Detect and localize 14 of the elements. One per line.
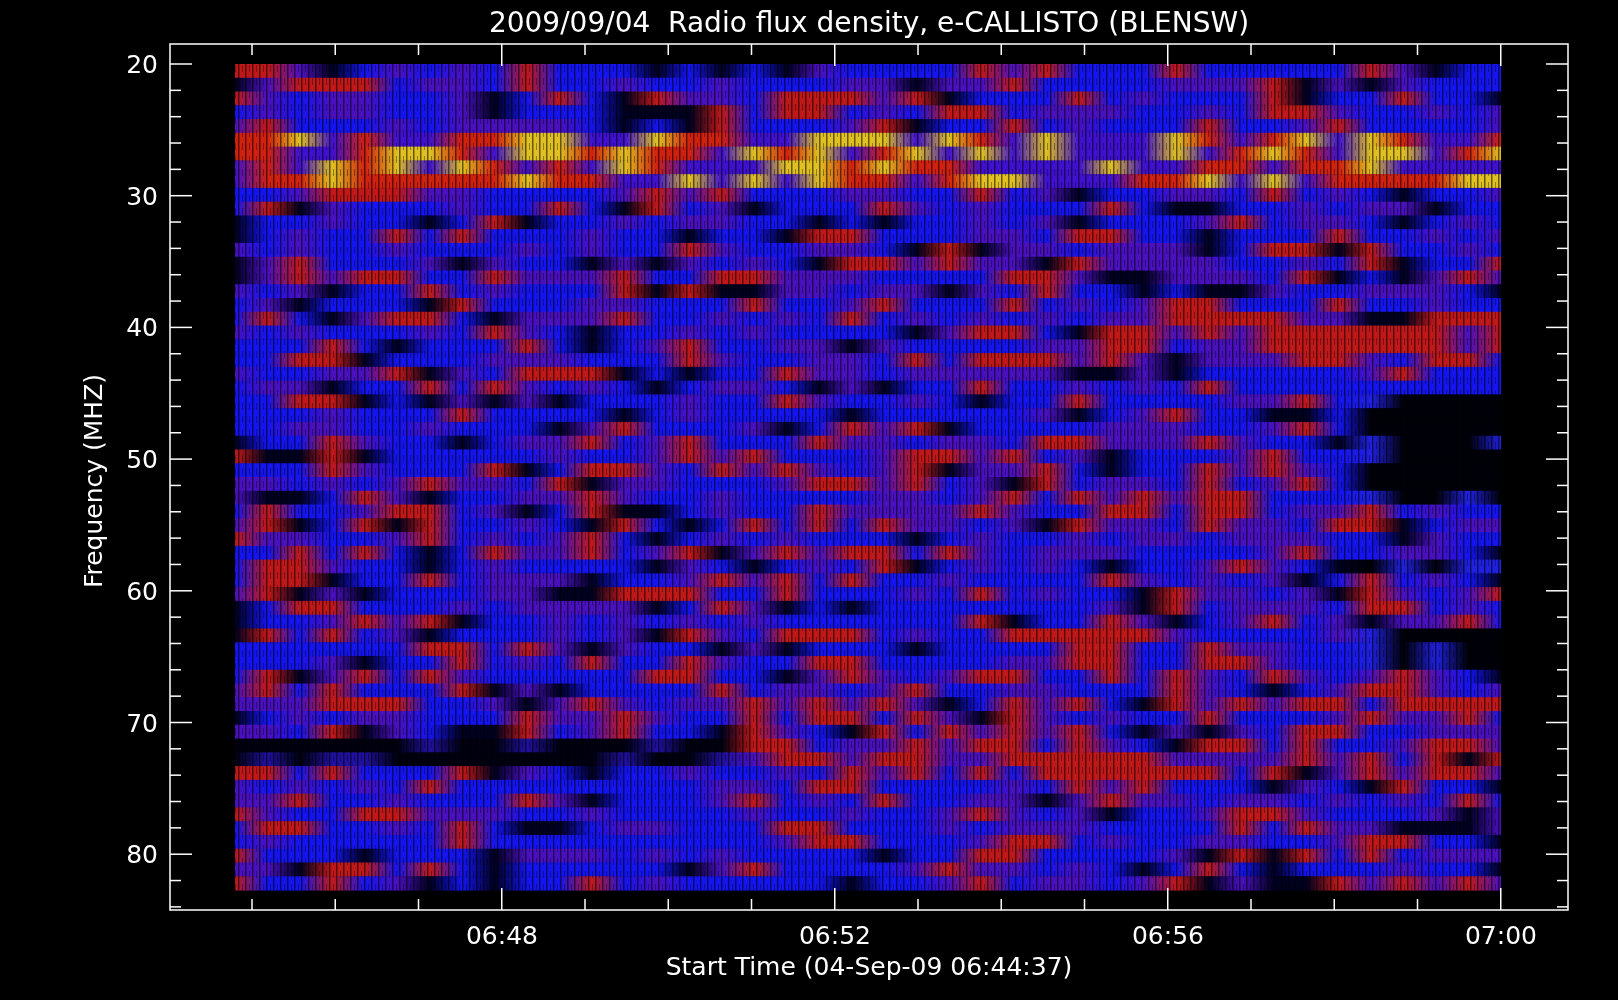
y-tick-label: 70	[126, 708, 158, 738]
x-tick-label: 06:56	[1132, 921, 1204, 950]
y-tick-label: 40	[126, 313, 158, 343]
y-tick-label: 80	[126, 840, 158, 870]
plot-title: 2009/09/04 Radio flux density, e-CALLISTO (BLENSW)	[488, 6, 1250, 39]
y-axis-label: Frequency (MHZ)	[79, 373, 108, 589]
x-tick-label: 06:52	[799, 921, 871, 950]
y-tick-label: 60	[126, 576, 158, 606]
x-axis-label: Start Time (04-Sep-09 06:44:37)	[665, 952, 1073, 981]
y-tick-label: 50	[126, 445, 158, 475]
y-tick-label: 20	[126, 50, 158, 79]
x-tick-label: 06:48	[466, 921, 538, 950]
y-tick-label: 30	[126, 181, 158, 211]
x-tick-label: 07:00	[1465, 921, 1537, 950]
